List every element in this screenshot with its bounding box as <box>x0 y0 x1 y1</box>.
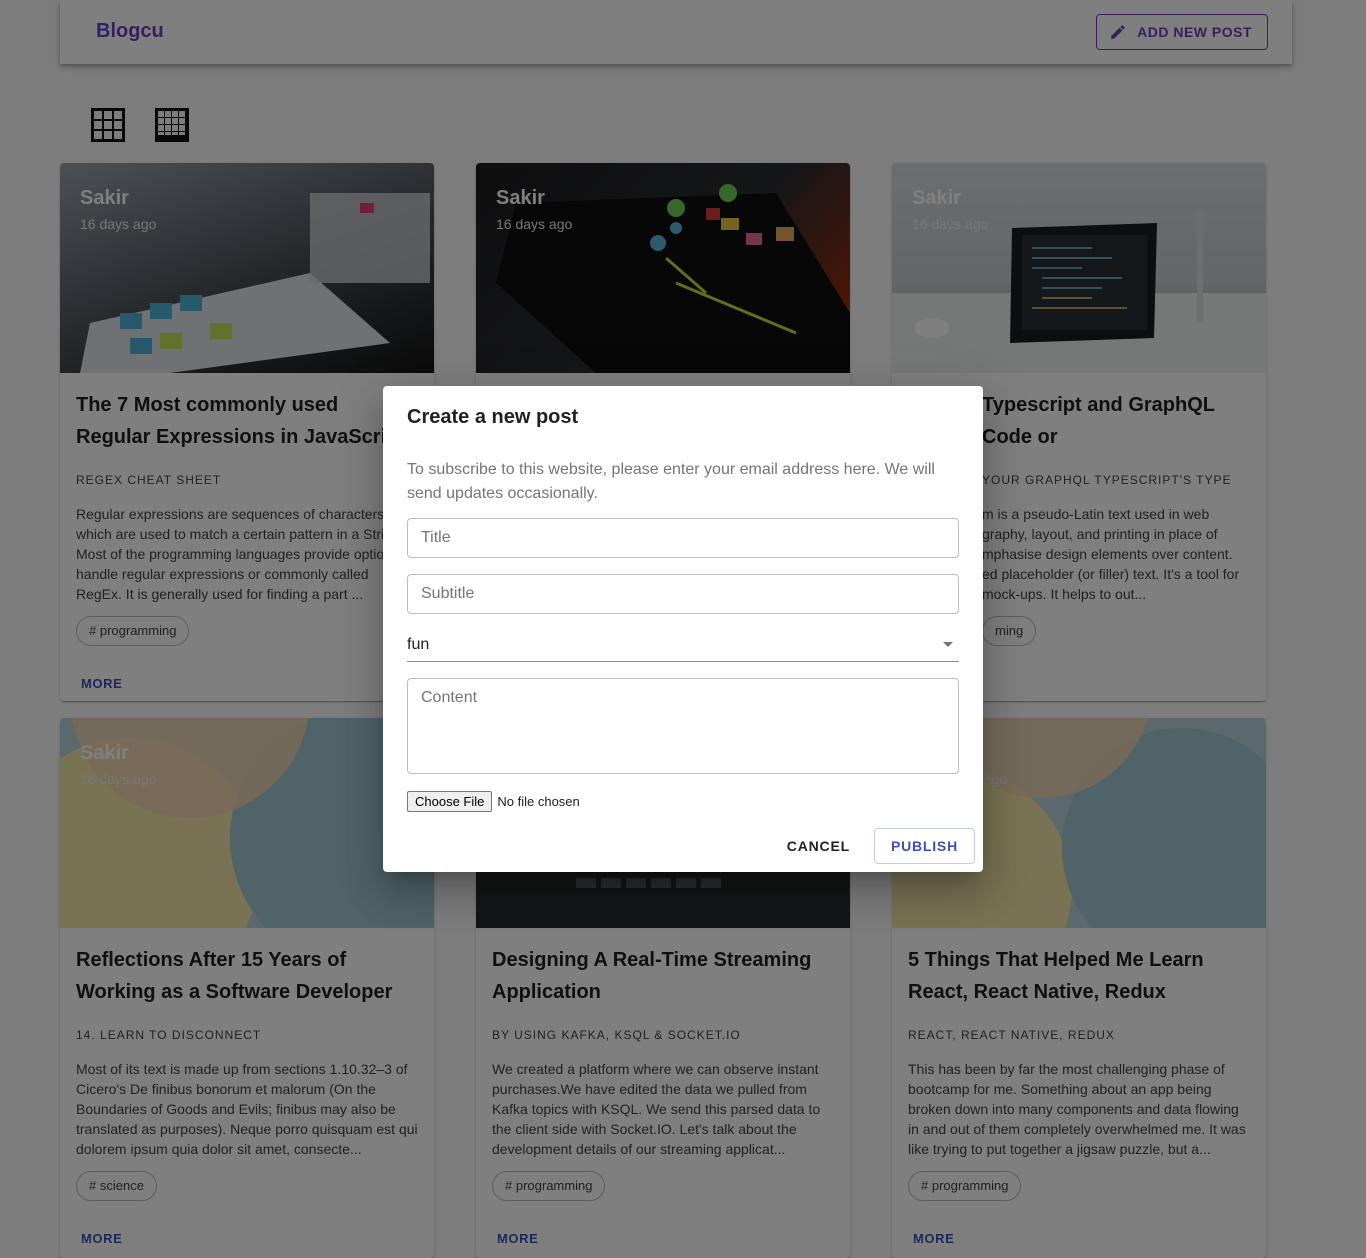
category-select-value: fun <box>407 636 430 653</box>
dialog-actions: CANCEL PUBLISH <box>771 828 975 864</box>
subtitle-input[interactable] <box>408 575 958 613</box>
dialog-description: To subscribe to this website, please ent… <box>407 461 935 502</box>
choose-file-button[interactable]: Choose File <box>407 791 493 812</box>
subtitle-field[interactable] <box>407 574 959 614</box>
content-field[interactable] <box>407 678 959 774</box>
title-field[interactable] <box>407 518 959 558</box>
file-status: No file chosen <box>497 794 580 809</box>
file-upload: Choose File No file chosen <box>407 791 580 812</box>
title-input[interactable] <box>408 519 958 557</box>
dropdown-arrow-icon <box>943 642 953 647</box>
publish-button[interactable]: PUBLISH <box>873 828 975 864</box>
content-textarea[interactable] <box>408 679 958 773</box>
cancel-button[interactable]: CANCEL <box>771 828 866 864</box>
create-post-dialog: Create a new post To subscribe to this w… <box>383 386 983 872</box>
category-select[interactable]: fun <box>407 630 959 662</box>
dialog-title: Create a new post <box>407 406 579 428</box>
